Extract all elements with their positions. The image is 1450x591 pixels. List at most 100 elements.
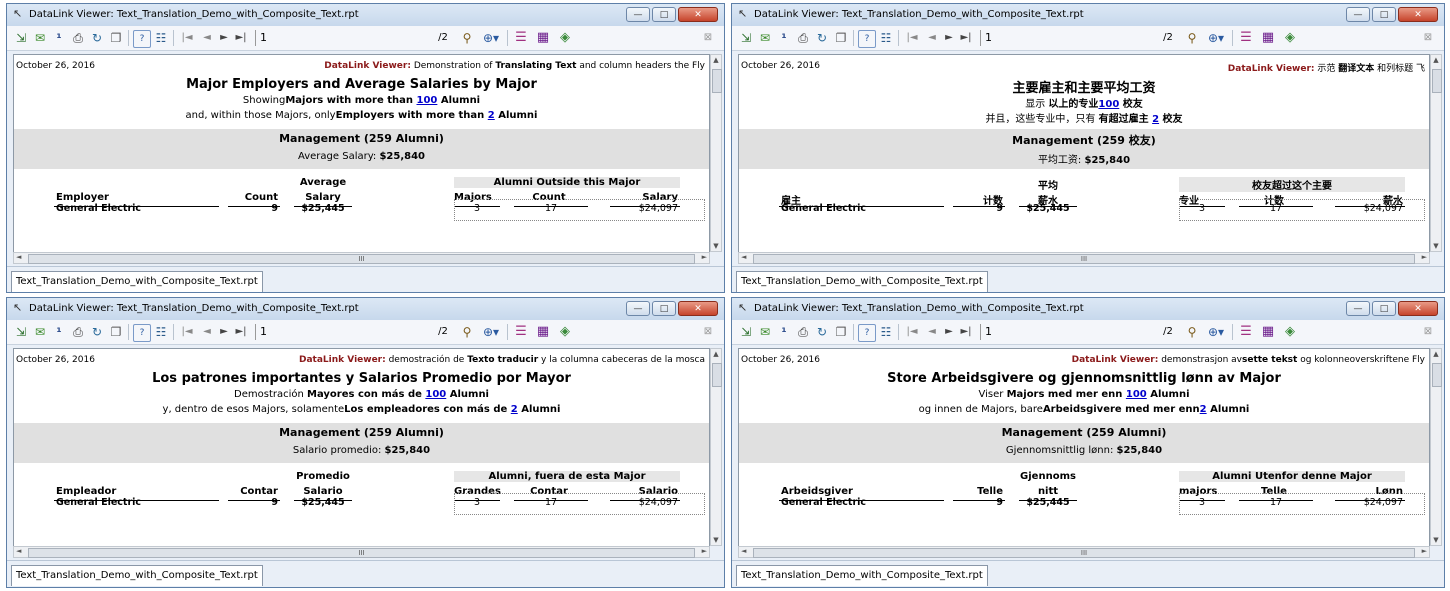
next-page-icon[interactable]: ► <box>216 324 232 340</box>
page-one-icon[interactable]: ¹ <box>776 324 792 340</box>
email-icon[interactable]: ✉ <box>32 30 48 46</box>
horizontal-scrollbar[interactable]: ◄ III ► <box>13 546 710 558</box>
export-icon[interactable]: ⇲ <box>738 324 754 340</box>
page-number-input[interactable]: 1 <box>980 324 1155 340</box>
scroll-right-icon[interactable]: ► <box>1422 547 1427 555</box>
horizontal-scrollbar[interactable]: ◄ III ► <box>13 252 710 264</box>
prev-page-icon[interactable]: ◄ <box>924 30 940 46</box>
print-icon[interactable]: ⎙ <box>795 324 811 340</box>
export-icon[interactable]: ⇲ <box>13 324 29 340</box>
scroll-left-icon[interactable]: ◄ <box>16 253 21 261</box>
scroll-down-icon[interactable]: ▼ <box>711 242 721 250</box>
group-tree-icon[interactable]: ☷ <box>153 324 169 340</box>
cube-icon[interactable]: ◈ <box>1282 30 1298 46</box>
close-button[interactable]: ✕ <box>1398 301 1438 316</box>
scroll-thumb[interactable] <box>1432 69 1442 93</box>
employer-threshold-link[interactable]: 2 <box>1200 404 1207 415</box>
export-icon[interactable]: ⇲ <box>738 30 754 46</box>
alumni-threshold-link[interactable]: 100 <box>425 389 446 400</box>
vertical-scrollbar[interactable]: ▲ ▼ <box>1430 348 1442 546</box>
help-icon[interactable]: ? <box>858 30 876 48</box>
scroll-right-icon[interactable]: ► <box>702 547 707 555</box>
document-tab[interactable]: Text_Translation_Demo_with_Composite_Tex… <box>11 565 263 586</box>
email-icon[interactable]: ✉ <box>757 30 773 46</box>
group-tree-icon[interactable]: ☷ <box>153 30 169 46</box>
document-tab[interactable]: Text_Translation_Demo_with_Composite_Tex… <box>736 565 988 586</box>
refresh-icon[interactable]: ↻ <box>89 30 105 46</box>
refresh-icon[interactable]: ↻ <box>89 324 105 340</box>
last-page-icon[interactable]: ►| <box>233 30 249 46</box>
color-scheme-icon[interactable]: ☰ <box>513 30 529 46</box>
print-icon[interactable]: ⎙ <box>795 30 811 46</box>
close-pane-icon[interactable]: ⊠ <box>700 30 716 46</box>
title-bar[interactable]: ↖ DataLink Viewer: Text_Translation_Demo… <box>7 4 724 26</box>
group-tree-icon[interactable]: ☷ <box>878 30 894 46</box>
copy-icon[interactable]: ❐ <box>108 324 124 340</box>
close-button[interactable]: ✕ <box>678 7 718 22</box>
alumni-threshold-link[interactable]: 100 <box>1126 389 1147 400</box>
scroll-left-icon[interactable]: ◄ <box>16 547 21 555</box>
email-icon[interactable]: ✉ <box>32 324 48 340</box>
page-one-icon[interactable]: ¹ <box>51 324 67 340</box>
title-bar[interactable]: ↖ DataLink Viewer: Text_Translation_Demo… <box>732 298 1444 320</box>
vertical-scrollbar[interactable]: ▲ ▼ <box>710 54 722 252</box>
employer-threshold-link[interactable]: 2 <box>488 110 495 121</box>
horizontal-scrollbar[interactable]: ◄ III ► <box>738 546 1430 558</box>
zoom-icon[interactable]: ⊕▾ <box>1204 324 1228 340</box>
help-icon[interactable]: ? <box>133 30 151 48</box>
document-tab[interactable]: Text_Translation_Demo_with_Composite_Tex… <box>11 271 263 292</box>
page-number-input[interactable]: 1 <box>980 30 1155 46</box>
refresh-icon[interactable]: ↻ <box>814 324 830 340</box>
page-number-input[interactable]: 1 <box>255 324 430 340</box>
search-icon[interactable]: ⚲ <box>1184 324 1200 340</box>
copy-icon[interactable]: ❐ <box>833 30 849 46</box>
minimize-button[interactable]: — <box>626 301 650 316</box>
search-icon[interactable]: ⚲ <box>459 30 475 46</box>
table-icon[interactable]: ▦ <box>1260 30 1276 46</box>
zoom-icon[interactable]: ⊕▾ <box>1204 30 1228 46</box>
scroll-thumb[interactable]: III <box>28 548 695 558</box>
copy-icon[interactable]: ❐ <box>108 30 124 46</box>
scroll-down-icon[interactable]: ▼ <box>711 536 721 544</box>
print-icon[interactable]: ⎙ <box>70 324 86 340</box>
print-icon[interactable]: ⎙ <box>70 30 86 46</box>
close-pane-icon[interactable]: ⊠ <box>700 324 716 340</box>
scroll-down-icon[interactable]: ▼ <box>1431 536 1441 544</box>
close-button[interactable]: ✕ <box>1398 7 1438 22</box>
prev-page-icon[interactable]: ◄ <box>199 324 215 340</box>
scroll-right-icon[interactable]: ► <box>702 253 707 261</box>
scroll-thumb[interactable]: III <box>753 548 1415 558</box>
close-button[interactable]: ✕ <box>678 301 718 316</box>
alumni-threshold-link[interactable]: 100 <box>1098 99 1119 110</box>
first-page-icon[interactable]: |◄ <box>179 324 195 340</box>
maximize-button[interactable]: □ <box>652 301 676 316</box>
cube-icon[interactable]: ◈ <box>1282 324 1298 340</box>
close-pane-icon[interactable]: ⊠ <box>1420 324 1436 340</box>
scroll-up-icon[interactable]: ▲ <box>1431 350 1441 358</box>
first-page-icon[interactable]: |◄ <box>904 324 920 340</box>
cube-icon[interactable]: ◈ <box>557 324 573 340</box>
scroll-down-icon[interactable]: ▼ <box>1431 242 1441 250</box>
minimize-button[interactable]: — <box>626 7 650 22</box>
title-bar[interactable]: ↖ DataLink Viewer: Text_Translation_Demo… <box>732 4 1444 26</box>
last-page-icon[interactable]: ►| <box>233 324 249 340</box>
first-page-icon[interactable]: |◄ <box>904 30 920 46</box>
document-tab[interactable]: Text_Translation_Demo_with_Composite_Tex… <box>736 271 988 292</box>
scroll-thumb[interactable] <box>712 363 722 387</box>
help-icon[interactable]: ? <box>133 324 151 342</box>
scroll-thumb[interactable]: III <box>28 254 695 264</box>
page-one-icon[interactable]: ¹ <box>51 30 67 46</box>
scroll-up-icon[interactable]: ▲ <box>711 350 721 358</box>
zoom-icon[interactable]: ⊕▾ <box>479 30 503 46</box>
close-pane-icon[interactable]: ⊠ <box>1420 30 1436 46</box>
color-scheme-icon[interactable]: ☰ <box>1238 30 1254 46</box>
cube-icon[interactable]: ◈ <box>557 30 573 46</box>
page-one-icon[interactable]: ¹ <box>776 30 792 46</box>
search-icon[interactable]: ⚲ <box>459 324 475 340</box>
scroll-up-icon[interactable]: ▲ <box>1431 56 1441 64</box>
page-number-input[interactable]: 1 <box>255 30 430 46</box>
scroll-thumb[interactable]: III <box>753 254 1415 264</box>
title-bar[interactable]: ↖ DataLink Viewer: Text_Translation_Demo… <box>7 298 724 320</box>
color-scheme-icon[interactable]: ☰ <box>513 324 529 340</box>
minimize-button[interactable]: — <box>1346 7 1370 22</box>
